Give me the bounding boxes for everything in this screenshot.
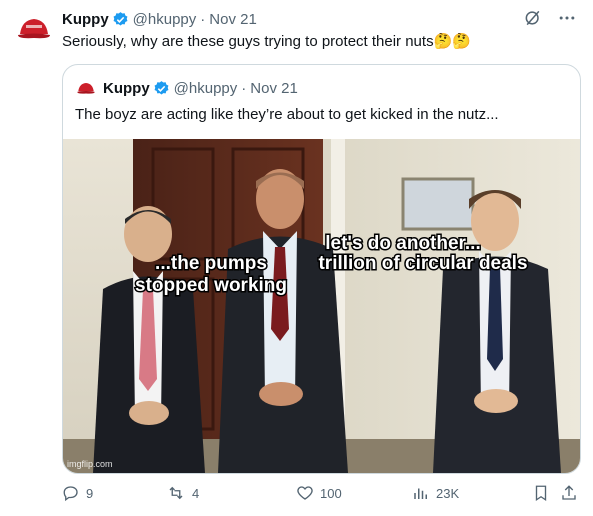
reply-count: 9 bbox=[86, 485, 94, 501]
more-options-icon[interactable] bbox=[557, 8, 577, 28]
reply-icon bbox=[63, 486, 78, 502]
grok-icon[interactable] bbox=[523, 8, 543, 28]
author-avatar[interactable] bbox=[14, 8, 54, 48]
share-button[interactable] bbox=[560, 482, 578, 504]
separator-dot: · bbox=[200, 10, 206, 28]
quoted-handle[interactable]: @hkuppy bbox=[174, 80, 238, 97]
quoted-date[interactable]: Nov 21 bbox=[250, 80, 298, 97]
red-cap-avatar-icon bbox=[14, 8, 54, 48]
views-count: 23K bbox=[436, 485, 460, 501]
heart-icon bbox=[297, 486, 313, 500]
like-button[interactable]: 100 bbox=[296, 482, 342, 504]
verified-badge-icon bbox=[112, 11, 129, 28]
meme-watermark: imgflip.com bbox=[67, 459, 113, 469]
bookmark-icon bbox=[535, 485, 547, 502]
tweet-date[interactable]: Nov 21 bbox=[209, 11, 257, 28]
repost-count: 4 bbox=[192, 485, 200, 501]
author-name[interactable]: Kuppy bbox=[62, 11, 109, 28]
author-handle[interactable]: @hkuppy bbox=[133, 11, 197, 28]
meme-caption-right-1: let's do another... bbox=[325, 233, 481, 254]
share-icon bbox=[562, 485, 576, 500]
views-chart-icon bbox=[414, 488, 427, 499]
meme-caption-left-1: ...the pumps bbox=[155, 253, 267, 274]
red-cap-avatar-icon bbox=[75, 77, 97, 99]
tweet-header: Kuppy @hkuppy · Nov 21 bbox=[62, 8, 577, 30]
quoted-text: The boyz are acting like they’re about t… bbox=[75, 106, 499, 123]
tweet-text: Seriously, why are these guys trying to … bbox=[62, 33, 471, 50]
repost-button[interactable]: 4 bbox=[166, 482, 199, 504]
like-count: 100 bbox=[320, 485, 342, 501]
repost-icon bbox=[169, 486, 183, 500]
quoted-header: Kuppy @hkuppy · Nov 21 bbox=[75, 77, 568, 99]
views-button[interactable]: 23K bbox=[412, 482, 459, 504]
meme-caption-right-2: trillion of circular deals bbox=[318, 253, 527, 274]
meme-image[interactable]: ...the pumps stopped working let's do an… bbox=[63, 139, 580, 473]
quoted-author-name[interactable]: Kuppy bbox=[103, 80, 150, 97]
bookmark-button[interactable] bbox=[532, 482, 550, 504]
action-bar: 9 4 100 23K bbox=[62, 482, 581, 504]
verified-badge-icon bbox=[153, 80, 170, 97]
meme-caption-left-2: stopped working bbox=[135, 275, 287, 296]
reply-button[interactable]: 9 bbox=[62, 482, 93, 504]
quoted-tweet[interactable]: Kuppy @hkuppy · Nov 21 The boyz are acti… bbox=[62, 64, 581, 474]
separator-dot: · bbox=[241, 79, 247, 97]
quoted-avatar[interactable] bbox=[75, 77, 97, 99]
